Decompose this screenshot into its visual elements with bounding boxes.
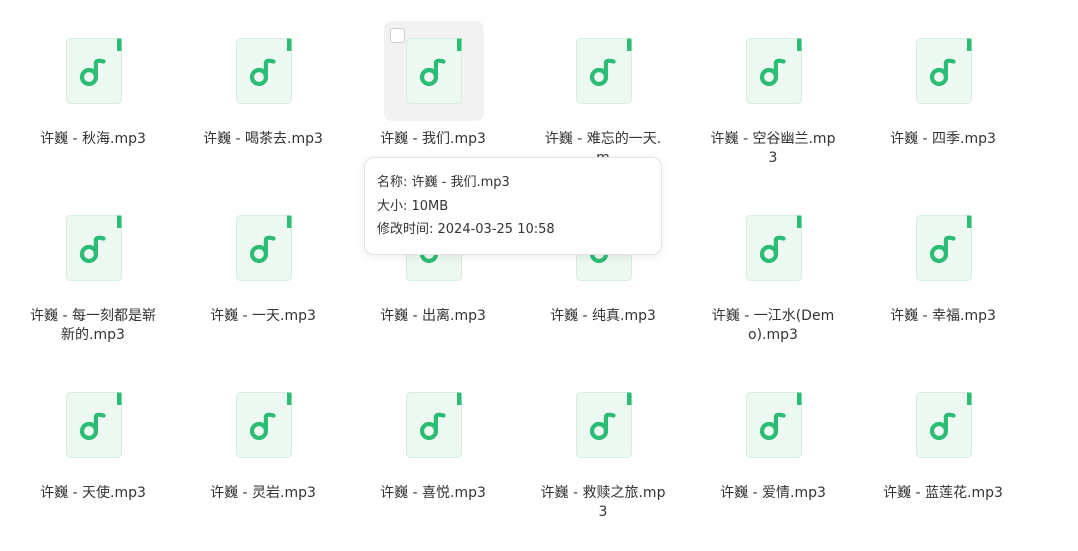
file-name: 许巍 - 秋海.mp3 (40, 131, 146, 147)
file-grid: 许巍 - 秋海.mp3 许巍 - 喝茶去.mp3 许巍 - 我们.mp3 许巍 - 难… (0, 0, 1078, 551)
file-name: 许巍 - 空谷幽兰.mp3 (710, 131, 836, 166)
file-icon-area[interactable] (894, 375, 994, 475)
music-file-icon (406, 392, 462, 458)
file-icon-area[interactable] (214, 21, 314, 121)
file-icon-area[interactable] (44, 198, 144, 298)
music-file-icon (66, 38, 122, 104)
music-file-icon (746, 215, 802, 281)
music-file-icon (236, 215, 292, 281)
file-icon-area[interactable] (724, 21, 824, 121)
file-icon-area[interactable] (554, 21, 654, 121)
file-name: 许巍 - 一江水(Demo).mp3 (711, 308, 835, 343)
file-icon-area[interactable] (44, 21, 144, 121)
music-file-icon (236, 392, 292, 458)
file-name: 许巍 - 每一刻都是崭新的.mp3 (30, 308, 156, 343)
file-name: 许巍 - 纯真.mp3 (550, 308, 656, 324)
file-icon-area[interactable] (44, 375, 144, 475)
file-name: 许巍 - 四季.mp3 (890, 131, 996, 147)
select-checkbox[interactable] (390, 28, 405, 43)
file-icon-area[interactable] (724, 375, 824, 475)
music-file-icon (406, 38, 462, 104)
music-file-icon (746, 392, 802, 458)
file-name: 许巍 - 喜悦.mp3 (380, 485, 486, 501)
file-name: 许巍 - 幸福.mp3 (890, 308, 996, 324)
file-icon-area[interactable] (894, 198, 994, 298)
tooltip-name: 名称: 许巍 - 我们.mp3 (377, 175, 510, 190)
file-name: 许巍 - 出离.mp3 (380, 308, 486, 324)
music-file-icon (66, 392, 122, 458)
file-icon-area[interactable] (894, 21, 994, 121)
file-name: 许巍 - 天使.mp3 (40, 485, 146, 501)
music-file-icon (576, 392, 632, 458)
file-info-tooltip: 名称: 许巍 - 我们.mp3 大小: 10MB 修改时间: 2024-03-2… (364, 157, 662, 255)
file-icon-area[interactable] (214, 375, 314, 475)
file-icon-area[interactable] (384, 21, 484, 121)
file-icon-area[interactable] (724, 198, 824, 298)
file-name: 许巍 - 蓝莲花.mp3 (883, 485, 1003, 501)
file-name: 许巍 - 救赎之旅.mp3 (540, 485, 666, 520)
music-file-icon (236, 38, 292, 104)
music-file-icon (916, 215, 972, 281)
music-file-icon (746, 38, 802, 104)
music-file-icon (916, 38, 972, 104)
tooltip-modified-time: 修改时间: 2024-03-25 10:58 (377, 222, 555, 237)
music-file-icon (916, 392, 972, 458)
music-file-icon (576, 38, 632, 104)
tooltip-size: 大小: 10MB (377, 198, 449, 214)
music-file-icon (66, 215, 122, 281)
file-name: 许巍 - 我们.mp3 (380, 131, 486, 147)
file-name: 许巍 - 一天.mp3 (210, 308, 316, 324)
file-icon-area[interactable] (384, 375, 484, 475)
file-name: 许巍 - 灵岩.mp3 (210, 485, 316, 501)
file-name: 许巍 - 喝茶去.mp3 (203, 131, 323, 147)
file-icon-area[interactable] (554, 375, 654, 475)
file-name: 许巍 - 爱情.mp3 (720, 485, 826, 501)
file-icon-area[interactable] (214, 198, 314, 298)
